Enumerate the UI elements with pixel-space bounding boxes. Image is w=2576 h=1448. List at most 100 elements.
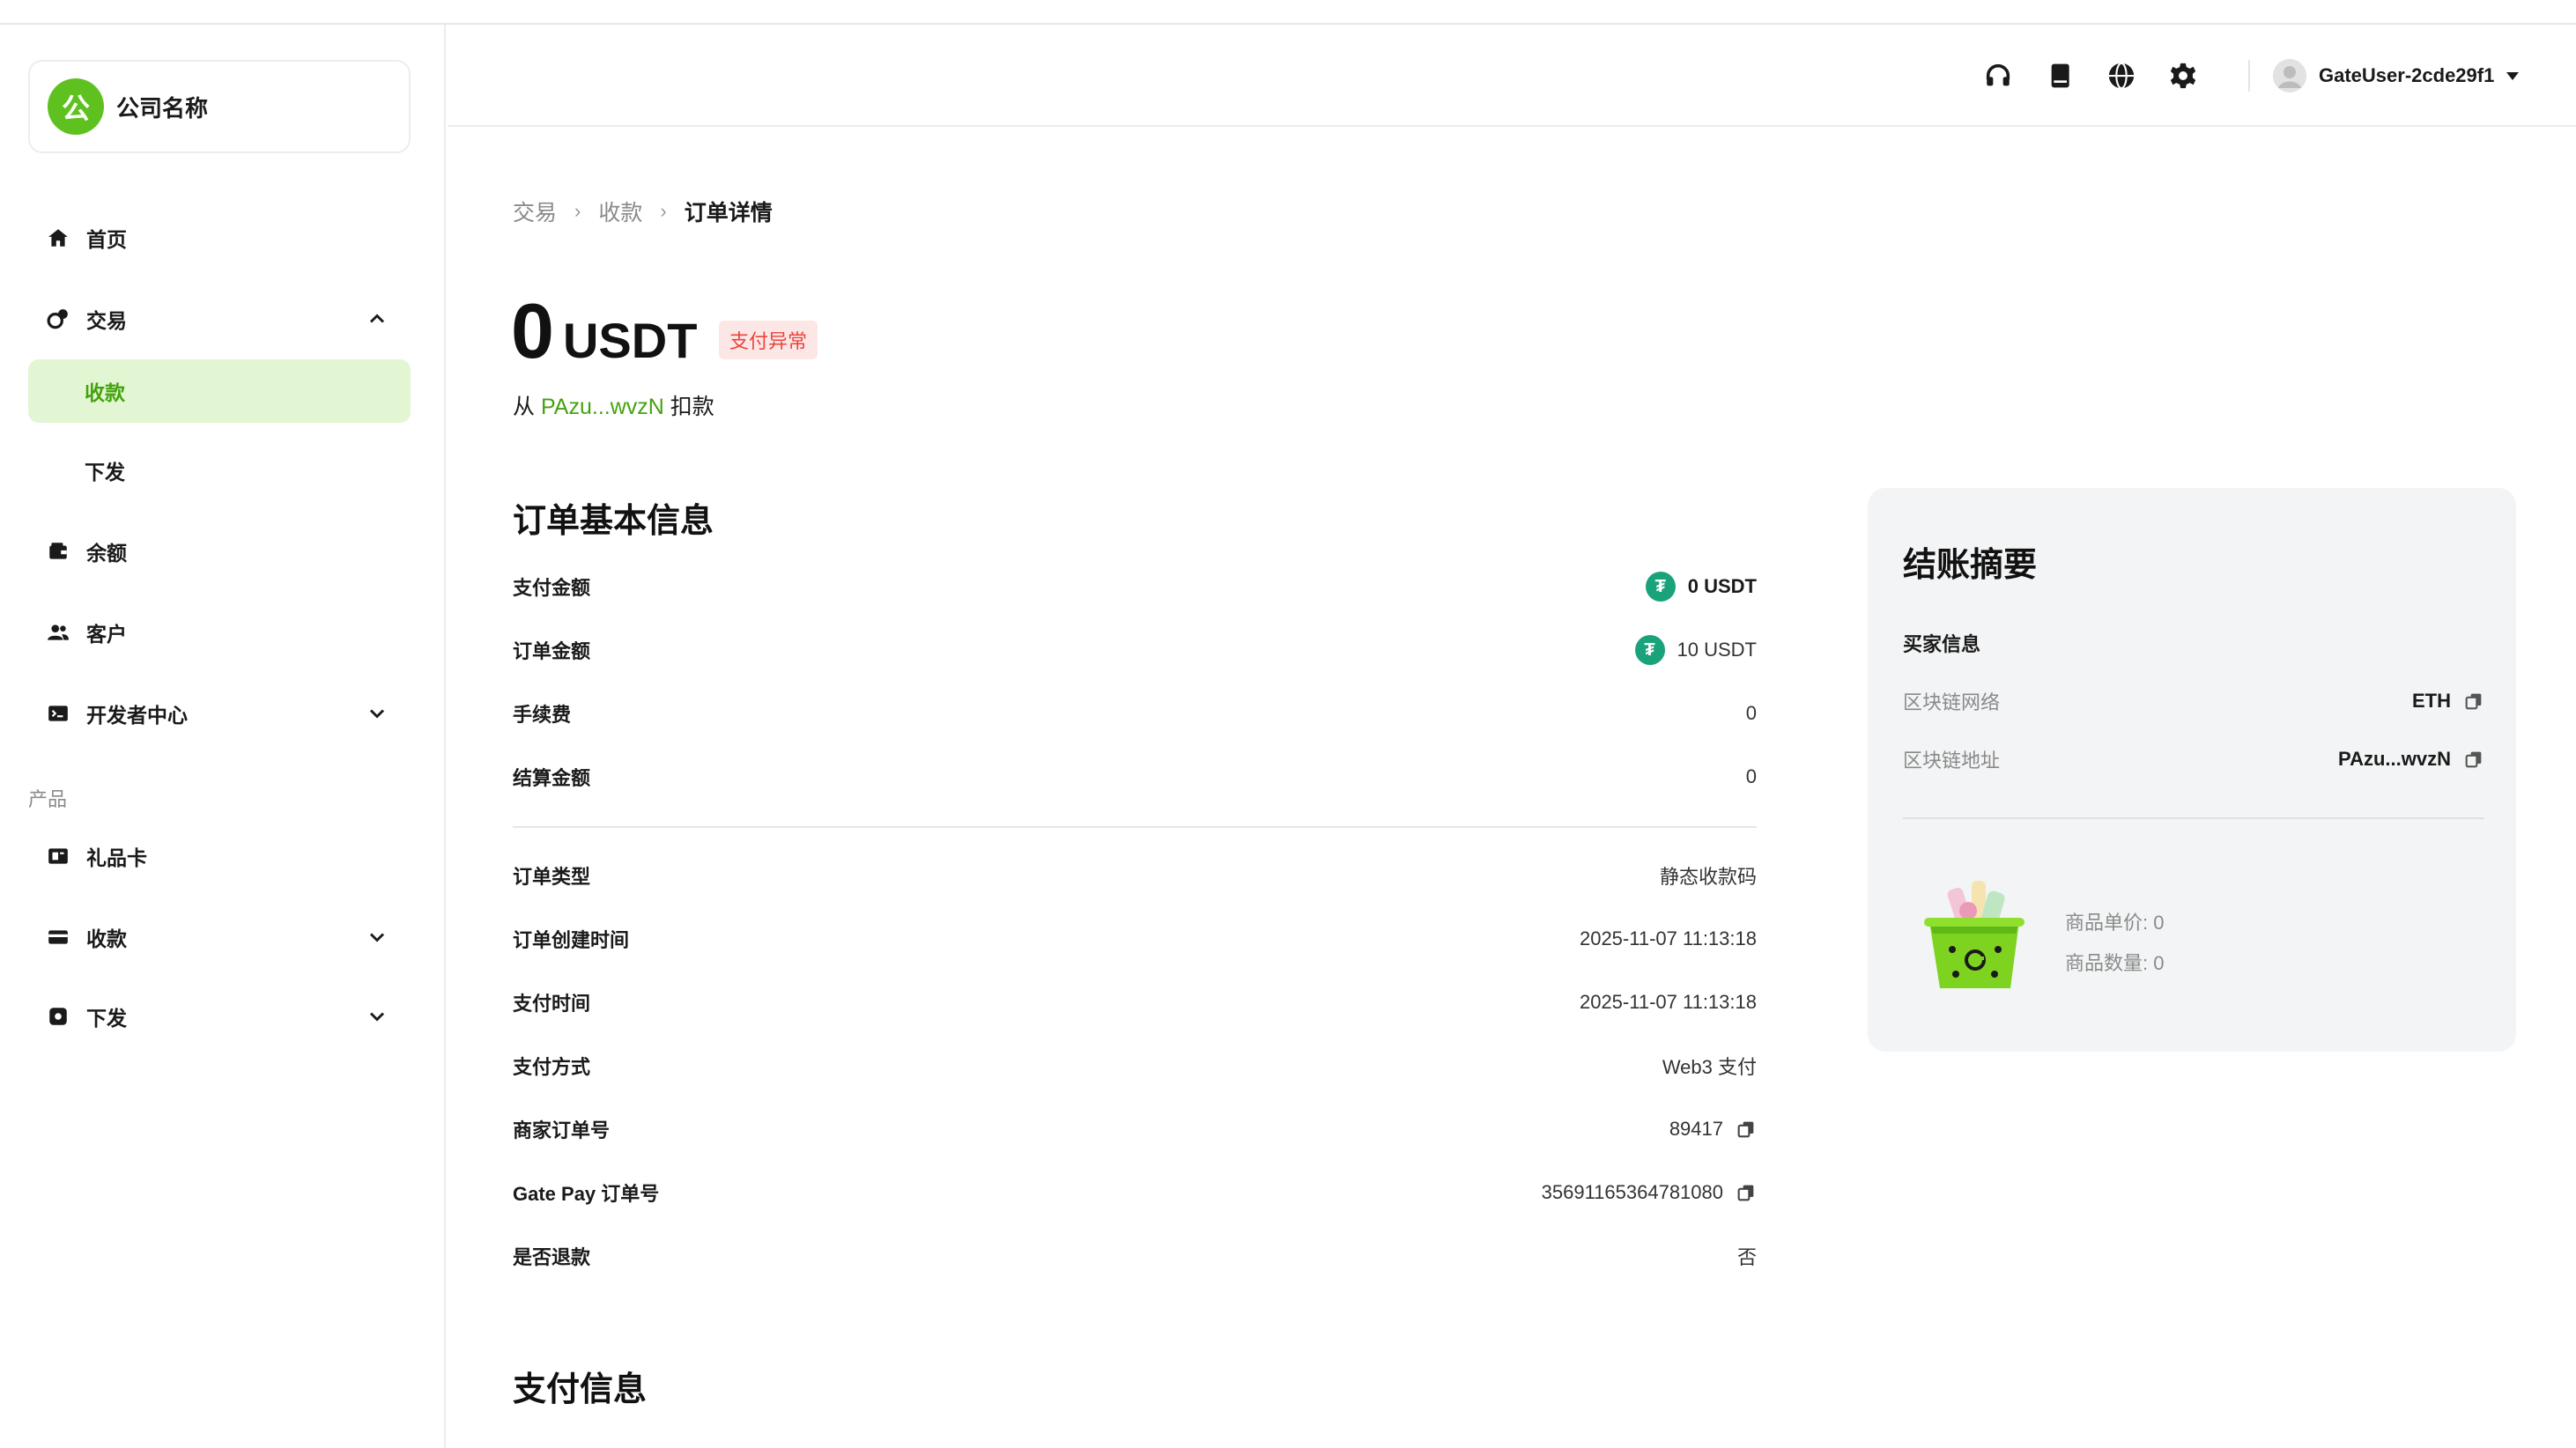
from-address-link[interactable]: PAzu...wvzN bbox=[541, 395, 664, 419]
sidebar: 公 公司名称 首页 交易 收款 下发 余额 客户 开发者中心 产品 礼品卡 收款… bbox=[0, 25, 446, 1448]
amount-currency: USDT bbox=[562, 313, 698, 368]
caret-down-icon bbox=[2506, 71, 2520, 80]
sidebar-item-collect[interactable]: 收款 bbox=[28, 359, 411, 423]
row-label: Gate Pay 订单号 bbox=[513, 1183, 660, 1205]
row-value: 2025-11-07 11:13:18 bbox=[1579, 991, 1757, 1013]
payout-icon bbox=[46, 1004, 70, 1029]
chevron-right-icon: › bbox=[574, 200, 581, 222]
user-menu[interactable]: GateUser-2cde29f1 bbox=[2273, 56, 2520, 95]
exchange-icon bbox=[46, 307, 70, 331]
row-value-text: 10 USDT bbox=[1677, 639, 1757, 661]
sidebar-item-label: 下发 bbox=[86, 1007, 127, 1030]
row-value: 否 bbox=[1736, 1246, 1757, 1268]
order-row-order-amount: 订单金额 ₮ 10 USDT bbox=[513, 632, 1757, 668]
row-value: 89417 bbox=[1669, 1118, 1757, 1141]
company-name: 公司名称 bbox=[116, 94, 209, 122]
breadcrumb-current: 订单详情 bbox=[684, 201, 773, 225]
copy-icon[interactable] bbox=[1736, 1119, 1757, 1140]
home-icon bbox=[46, 225, 70, 250]
globe-icon[interactable] bbox=[2102, 56, 2141, 95]
company-switcher[interactable]: 公 公司名称 bbox=[28, 60, 411, 153]
row-value: ₮ 10 USDT bbox=[1634, 635, 1757, 665]
row-label: 订单创建时间 bbox=[513, 929, 630, 951]
amount-value: 0 bbox=[511, 287, 554, 374]
row-value: 35691165364781080 bbox=[1542, 1181, 1757, 1204]
sidebar-item-label: 客户 bbox=[86, 623, 127, 646]
gift-card-icon bbox=[46, 844, 70, 868]
row-label: 支付方式 bbox=[513, 1056, 591, 1078]
chevron-down-icon bbox=[369, 933, 385, 942]
tether-icon: ₮ bbox=[1645, 572, 1676, 602]
order-row-paid-time: 支付时间 2025-11-07 11:13:18 bbox=[513, 985, 1757, 1020]
sidebar-item-label: 首页 bbox=[86, 228, 127, 251]
payment-info-title: 支付信息 bbox=[513, 1371, 648, 1408]
row-label: 支付金额 bbox=[513, 577, 591, 599]
buyer-info-title: 买家信息 bbox=[1903, 633, 1981, 655]
row-value: 0 bbox=[1745, 702, 1757, 724]
sidebar-item-payout[interactable]: 下发 bbox=[28, 439, 411, 502]
chevron-down-icon bbox=[369, 709, 385, 719]
order-row-gatepay-order-no: Gate Pay 订单号 35691165364781080 bbox=[513, 1175, 1757, 1210]
order-row-payment-method: 支付方式 Web3 支付 bbox=[513, 1048, 1757, 1083]
status-badge: 支付异常 bbox=[719, 321, 818, 359]
row-value: ₮ 0 USDT bbox=[1645, 572, 1757, 602]
sidebar-item-developer[interactable]: 开发者中心 bbox=[28, 682, 411, 745]
gear-icon[interactable] bbox=[2164, 56, 2202, 95]
debit-source-line: 从 PAzu...wvzN 扣款 bbox=[513, 389, 714, 421]
order-row-merchant-order-no: 商家订单号 89417 bbox=[513, 1112, 1757, 1147]
sidebar-item-customers[interactable]: 客户 bbox=[28, 601, 411, 664]
row-value-text: 89417 bbox=[1669, 1118, 1723, 1140]
sidebar-item-label: 下发 bbox=[85, 461, 125, 484]
from-prefix: 从 bbox=[513, 395, 536, 419]
order-row-created-time: 订单创建时间 2025-11-07 11:13:18 bbox=[513, 921, 1757, 957]
row-label: 商家订单号 bbox=[513, 1119, 611, 1141]
row-value-text: 35691165364781080 bbox=[1541, 1181, 1723, 1203]
copy-icon[interactable] bbox=[1736, 1182, 1757, 1203]
window-top-bar bbox=[0, 0, 2576, 25]
row-value: ETH bbox=[2412, 690, 2484, 713]
row-value: 静态收款码 bbox=[1659, 866, 1757, 888]
terminal-icon bbox=[46, 701, 70, 726]
copy-icon[interactable] bbox=[2463, 691, 2484, 712]
row-label: 订单类型 bbox=[513, 866, 591, 888]
sidebar-item-label: 收款 bbox=[85, 381, 125, 404]
row-value: 2025-11-07 11:13:18 bbox=[1579, 927, 1757, 949]
unit-price: 商品单价: 0 bbox=[2065, 912, 2165, 934]
username: GateUser-2cde29f1 bbox=[2319, 64, 2495, 86]
card-divider bbox=[1903, 817, 2484, 819]
row-value-text: 0 USDT bbox=[1687, 575, 1757, 597]
breadcrumb-link[interactable]: 交易 bbox=[513, 196, 557, 227]
users-icon bbox=[46, 620, 70, 645]
order-info-title: 订单基本信息 bbox=[513, 503, 714, 540]
sidebar-item-balance[interactable]: 余额 bbox=[28, 520, 411, 583]
sidebar-item-label: 余额 bbox=[86, 542, 127, 565]
sidebar-item-product-collect[interactable]: 收款 bbox=[28, 905, 411, 969]
avatar bbox=[2273, 59, 2306, 92]
chain-address-row: 区块链地址 PAzu...wvzN bbox=[1903, 743, 2484, 775]
sidebar-item-label: 礼品卡 bbox=[86, 846, 147, 869]
order-row-refunded: 是否退款 否 bbox=[513, 1238, 1757, 1274]
sidebar-item-home[interactable]: 首页 bbox=[28, 206, 411, 270]
order-amount: 0 USDT bbox=[511, 292, 697, 370]
chevron-down-icon bbox=[369, 1012, 385, 1022]
order-row-paid-amount: 支付金额 ₮ 0 USDT bbox=[513, 569, 1757, 604]
wallet-icon bbox=[46, 539, 70, 564]
row-value-text: ETH bbox=[2412, 690, 2451, 712]
row-value: PAzu...wvzN bbox=[2338, 748, 2484, 771]
breadcrumb-link[interactable]: 收款 bbox=[598, 196, 642, 227]
copy-icon[interactable] bbox=[2463, 749, 2484, 770]
order-row-settlement: 结算金额 0 bbox=[513, 759, 1757, 794]
section-divider bbox=[513, 826, 1757, 828]
headset-icon[interactable] bbox=[1979, 56, 2017, 95]
sidebar-item-gift-card[interactable]: 礼品卡 bbox=[28, 824, 411, 888]
shopping-basket-image bbox=[1917, 875, 2032, 999]
sidebar-item-product-payout[interactable]: 下发 bbox=[28, 985, 411, 1048]
company-logo: 公 bbox=[48, 78, 104, 135]
book-icon[interactable] bbox=[2040, 56, 2079, 95]
row-value: 0 bbox=[1745, 765, 1757, 787]
from-suffix: 扣款 bbox=[670, 395, 714, 419]
card-title: 结账摘要 bbox=[1903, 547, 2038, 584]
sidebar-item-trade[interactable]: 交易 bbox=[28, 287, 411, 351]
top-header: GateUser-2cde29f1 bbox=[448, 25, 2576, 127]
order-row-type: 订单类型 静态收款码 bbox=[513, 858, 1757, 893]
